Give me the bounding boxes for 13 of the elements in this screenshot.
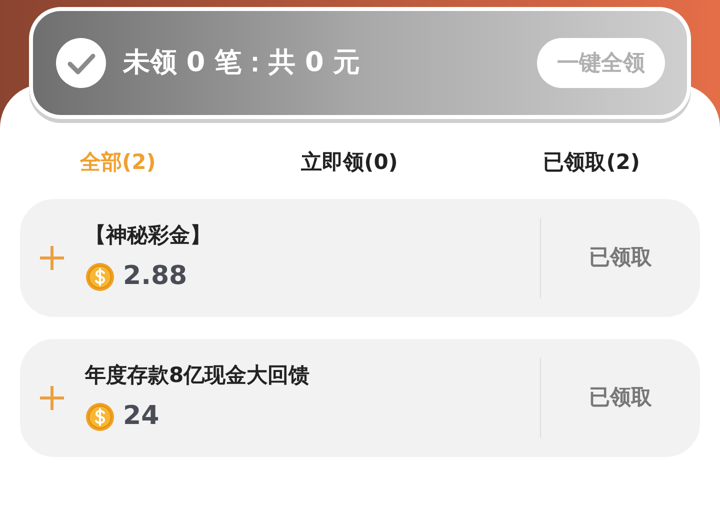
dollar-coin-icon <box>85 262 115 292</box>
reward-amount: 24 <box>123 400 160 434</box>
summary-text: 未领 0 笔：共 0 元 <box>123 46 360 80</box>
plus-icon <box>39 385 65 411</box>
filter-tab[interactable]: 已领取(2) <box>543 147 640 179</box>
check-icon <box>55 37 107 89</box>
dollar-coin-icon <box>85 402 115 432</box>
filter-tab[interactable]: 立即领(0) <box>301 147 398 179</box>
reward-title: 【神秘彩金】 <box>85 222 211 249</box>
reward-title: 年度存款8亿现金大回馈 <box>85 362 310 389</box>
plus-icon <box>39 245 65 271</box>
filter-tab[interactable]: 全部(2) <box>80 147 156 179</box>
reward-amount: 2.88 <box>123 260 188 294</box>
